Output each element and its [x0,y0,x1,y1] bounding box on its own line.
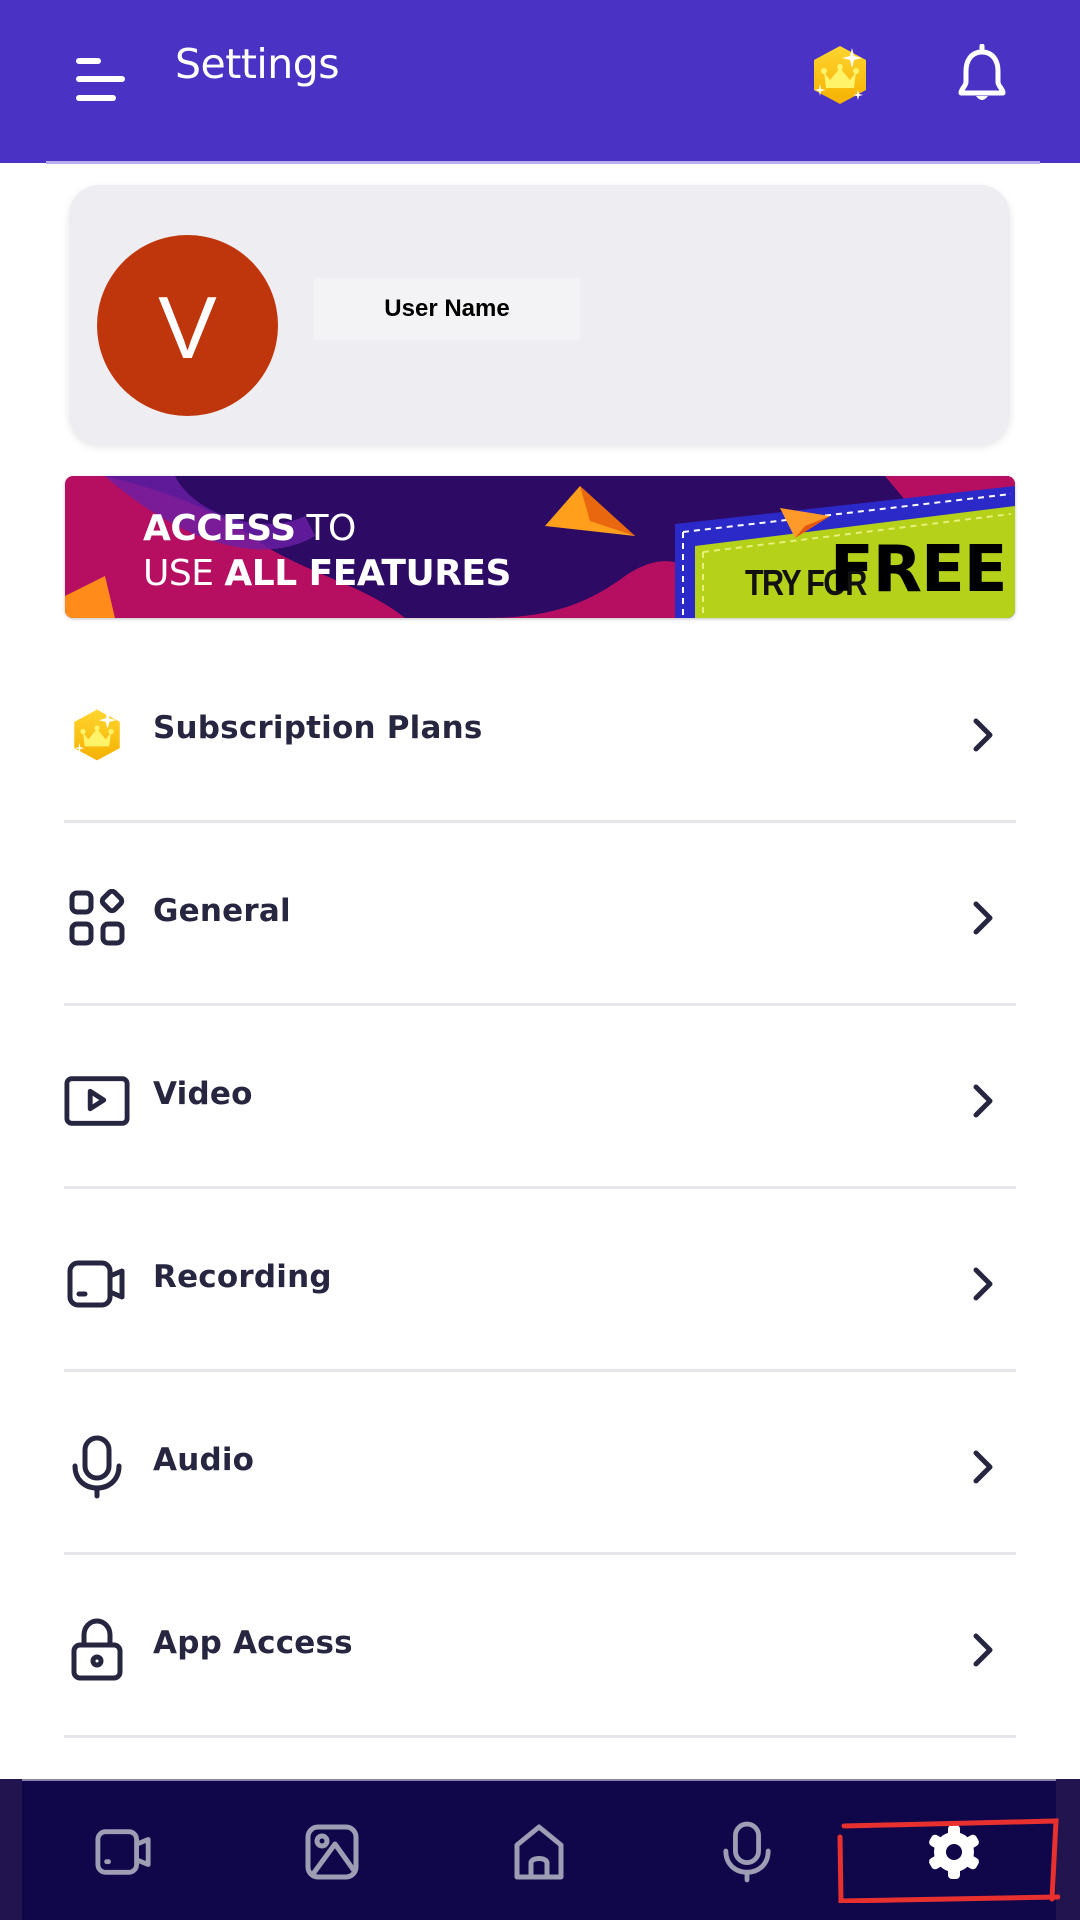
settings-item-app-access[interactable]: App Access [64,1555,1016,1738]
notifications-button[interactable] [952,43,1012,108]
banner-text: TO [295,508,356,549]
chevron-right-icon [973,1084,993,1118]
lock-icon [64,1617,130,1683]
settings-item-general[interactable]: General [64,823,1016,1006]
settings-item-label: Recording [153,1259,332,1295]
settings-item-video[interactable]: Video [64,1006,1016,1189]
nav-item-audio[interactable] [687,1781,807,1920]
nav-item-record[interactable] [64,1781,184,1920]
chevron-right-icon [973,1633,993,1667]
hamburger-menu-icon [76,58,101,64]
avatar-initial: V [158,277,217,377]
settings-item-label: Audio [153,1442,255,1478]
crown-badge-icon [814,46,866,104]
divider [64,1735,1016,1738]
avatar[interactable]: V [97,235,278,416]
settings-item-label: Subscription Plans [153,710,483,746]
chevron-right-icon [973,1450,993,1484]
premium-button[interactable] [808,42,872,108]
bottom-navigation [0,1779,1080,1920]
header-divider [46,161,1040,164]
video-play-icon [64,1068,130,1134]
banner-headline-line1: ACCESS TO [143,511,356,547]
chevron-right-icon [973,901,993,935]
microphone-icon [723,1821,771,1882]
page-title: Settings [175,40,340,88]
bell-icon [958,43,1006,100]
nav-item-gallery[interactable] [272,1781,392,1920]
profile-card[interactable]: V User Name [69,185,1010,444]
banner-cta-big: FREE [830,533,1007,607]
banner-text-bold: ALL FEATURES [224,553,511,594]
video-camera-icon [95,1828,151,1875]
hamburger-line [76,95,116,101]
home-icon [514,1824,564,1879]
banner-text: USE [143,553,225,594]
microphone-icon [64,1434,130,1500]
settings-list: Subscription Plans General Video Recordi… [64,640,1016,1738]
settings-item-label: App Access [153,1625,353,1661]
crown-badge-icon [64,702,130,768]
app-header: Settings [0,0,1080,163]
grid-shapes-icon [64,885,130,951]
chevron-right-icon [973,1267,993,1301]
banner-headline-line2: USE ALL FEATURES [143,556,511,592]
user-name-box[interactable]: User Name [314,278,580,340]
settings-item-label: Video [153,1076,253,1112]
user-name: User Name [384,295,510,322]
promo-banner[interactable]: ACCESS TO USE ALL FEATURES TRY FOR FREE [65,476,1015,618]
nav-item-home[interactable] [479,1781,599,1920]
settings-item-label: General [153,893,291,929]
menu-button[interactable] [70,46,130,106]
chevron-right-icon [973,718,993,752]
settings-item-audio[interactable]: Audio [64,1372,1016,1555]
bottom-nav-bar [22,1779,1056,1920]
nav-item-settings[interactable] [894,1781,1014,1920]
gear-icon [929,1824,979,1879]
image-icon [305,1824,359,1879]
banner-text-bold: ACCESS [143,508,296,549]
settings-item-subscription-plans[interactable]: Subscription Plans [64,640,1016,823]
settings-item-recording[interactable]: Recording [64,1189,1016,1372]
video-camera-icon [64,1251,130,1317]
hamburger-line [76,76,125,82]
